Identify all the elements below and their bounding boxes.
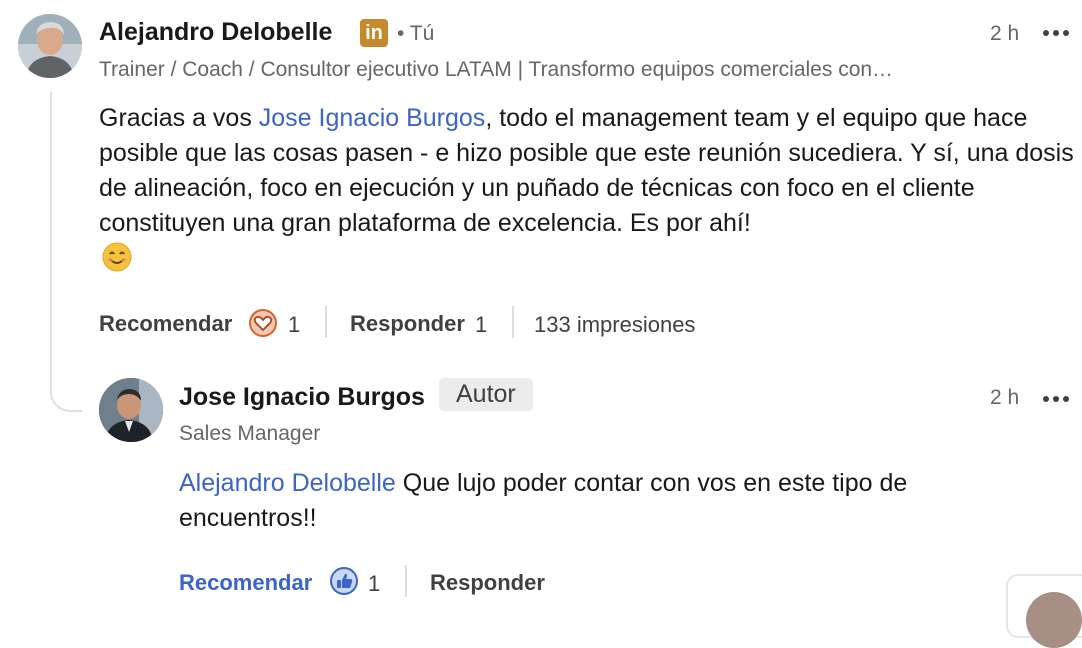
like-button[interactable]: Recomendar [179, 570, 312, 596]
divider [405, 565, 407, 597]
author-badge: Autor [439, 378, 533, 411]
reply-author-headline: Sales Manager [179, 422, 321, 445]
person-photo-icon [99, 378, 163, 442]
like-reaction-icon[interactable] [330, 567, 358, 595]
like-count[interactable]: 1 [368, 571, 380, 597]
divider [325, 306, 327, 338]
like-count[interactable]: 1 [288, 312, 300, 338]
reply-button[interactable]: Responder [430, 570, 545, 596]
divider [512, 306, 514, 338]
reply-timestamp: 2 h [990, 386, 1020, 409]
more-options-icon[interactable] [1043, 396, 1069, 402]
love-reaction-icon[interactable] [249, 309, 277, 337]
avatar[interactable] [99, 378, 163, 442]
linkedin-icon: in [360, 19, 388, 47]
comment-text-prefix: Gracias a vos [99, 104, 259, 132]
smile-emoji [102, 242, 132, 272]
connection-degree: • Tú [397, 22, 435, 45]
like-button[interactable]: Recomendar [99, 311, 232, 337]
avatar[interactable] [18, 14, 82, 78]
impressions-count[interactable]: 133 impresiones [534, 312, 695, 338]
reply-count[interactable]: 1 [475, 312, 487, 338]
mention-link[interactable]: Alejandro Delobelle [179, 469, 396, 497]
smiling-face-icon [102, 242, 132, 272]
reply-button[interactable]: Responder [350, 311, 465, 337]
mention-link[interactable]: Jose Ignacio Burgos [259, 104, 486, 132]
partial-reply-card [1006, 574, 1082, 648]
thread-line [50, 92, 82, 412]
comment-body: Gracias a vos Jose Ignacio Burgos, todo … [99, 101, 1074, 241]
reply-body: Alejandro Delobelle Que lujo poder conta… [179, 466, 1039, 536]
more-options-icon[interactable] [1043, 30, 1069, 36]
avatar[interactable] [1026, 592, 1082, 648]
reply-author-name[interactable]: Jose Ignacio Burgos [179, 383, 425, 412]
comment-author-headline: Trainer / Coach / Consultor ejecutivo LA… [99, 58, 894, 81]
comment-author-name[interactable]: Alejandro Delobelle [99, 18, 332, 47]
comment-timestamp: 2 h [990, 22, 1020, 45]
person-photo-icon [18, 14, 82, 78]
